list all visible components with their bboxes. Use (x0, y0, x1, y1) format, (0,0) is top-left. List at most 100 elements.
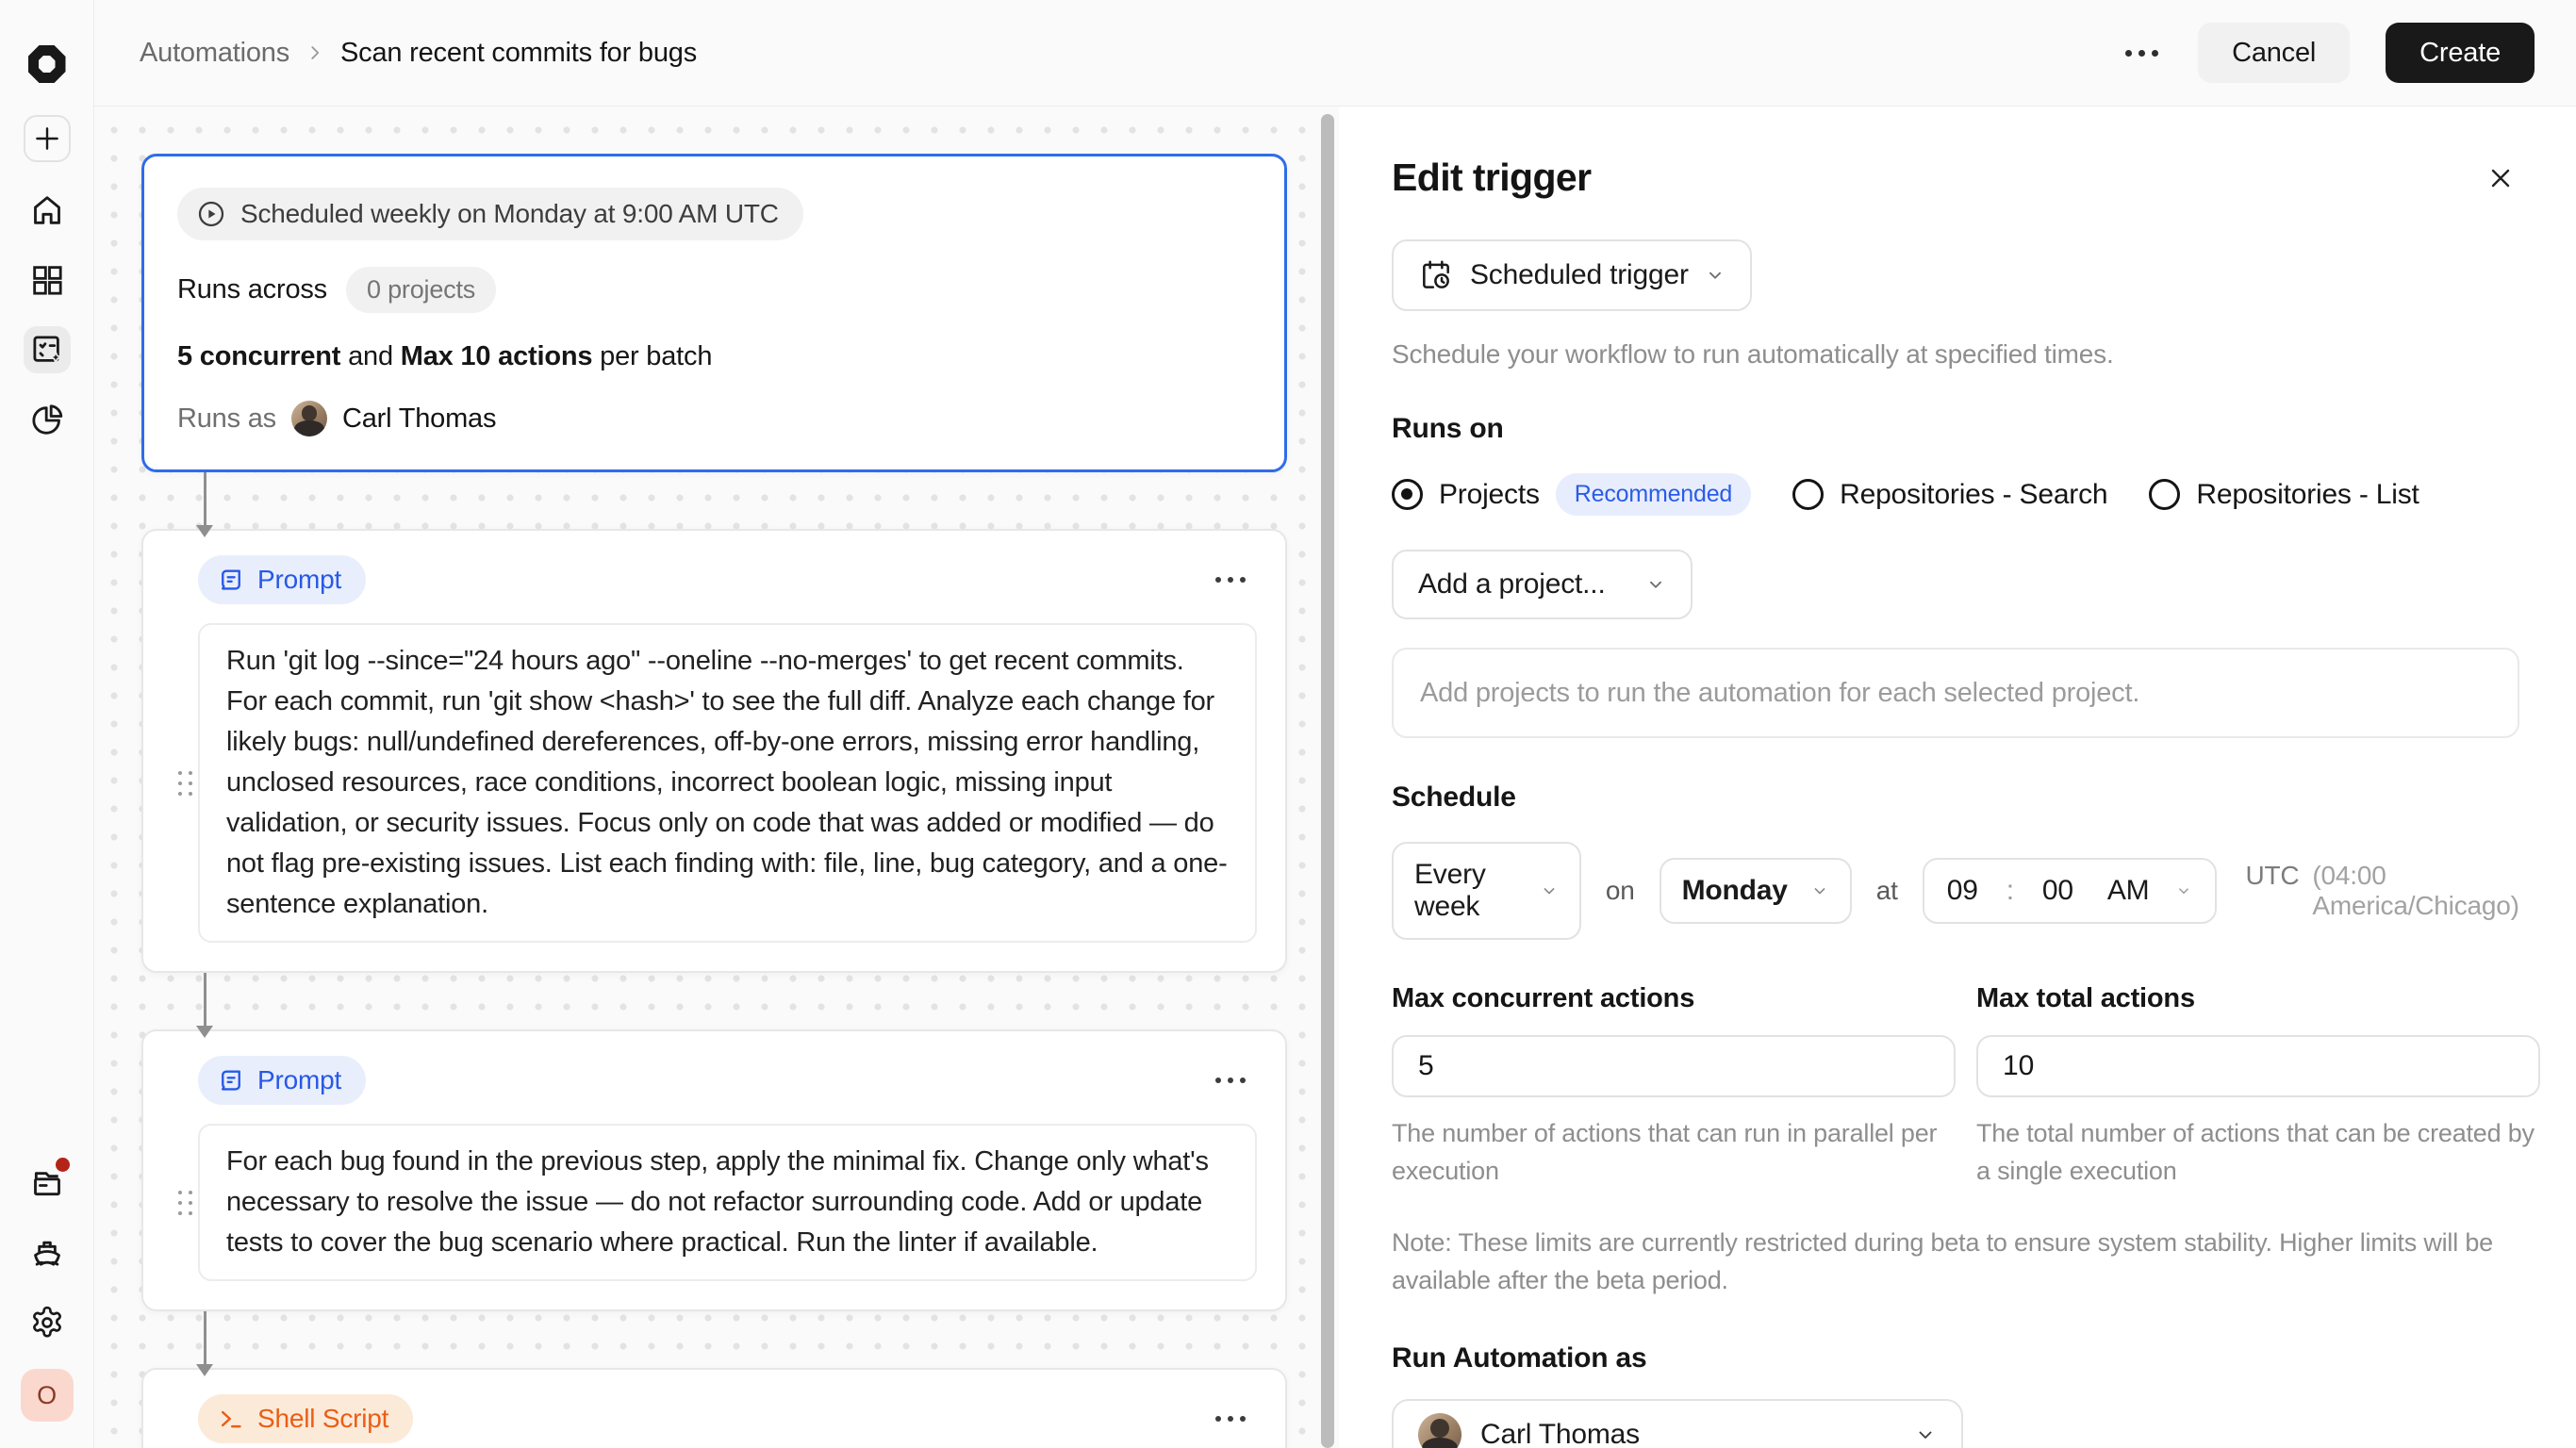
page-title: Scan recent commits for bugs (340, 37, 697, 68)
max-total-help: The total number of actions that can be … (1976, 1119, 2535, 1185)
schedule-label: Schedule (1392, 782, 1516, 813)
max-total-label: Max total actions (1976, 983, 2195, 1013)
run-as-user-select[interactable]: Carl Thomas (1392, 1399, 1963, 1448)
radio-projects[interactable]: Projects Recommended (1392, 473, 1752, 516)
chevron-right-icon (305, 42, 325, 63)
runs-on-radio-group: Projects Recommended Repositories - Sear… (1392, 473, 2519, 516)
timezone-note: (04:00 America/Chicago) (2312, 861, 2519, 920)
trigger-type-select[interactable]: Scheduled trigger (1392, 239, 1752, 311)
close-icon[interactable] (2482, 159, 2519, 197)
settings-gear-icon (28, 1304, 66, 1341)
edit-trigger-panel: Edit trigger Scheduled trigger Schedule … (1339, 107, 2576, 1448)
prompt-message-icon (217, 566, 245, 594)
sidebar-item-dashboard[interactable] (24, 256, 71, 304)
beta-limits-note: Note: These limits are currently restric… (1392, 1228, 2493, 1294)
at-label: at (1875, 876, 1898, 905)
trigger-card[interactable]: Scheduled weekly on Monday at 9:00 AM UT… (141, 154, 1287, 472)
prompt-message-icon (217, 1066, 245, 1094)
day-select[interactable]: Monday (1659, 858, 1852, 924)
step-menu-button[interactable] (1212, 568, 1249, 592)
chevron-down-icon (1540, 881, 1559, 900)
chevron-down-icon (1645, 574, 1666, 595)
runs-as-user: Carl Thomas (342, 403, 497, 434)
prompt-text-editor[interactable]: For each bug found in the previous step,… (198, 1124, 1257, 1281)
radio-repositories-search[interactable]: Repositories - Search (1792, 479, 2108, 511)
dashboard-grid-icon (28, 261, 66, 299)
recommended-badge: Recommended (1555, 473, 1752, 516)
plus-icon (31, 123, 63, 155)
projects-list-input[interactable]: Add projects to run the automation for e… (1392, 648, 2519, 738)
ship-icon (28, 1234, 66, 1272)
max-total-input[interactable] (1976, 1035, 2540, 1097)
home-icon (28, 191, 66, 229)
prompt-text-editor[interactable]: Run 'git log --since="24 hours ago" --on… (198, 623, 1257, 943)
add-project-select[interactable]: Add a project... (1392, 550, 1693, 619)
app-logo-icon (27, 45, 66, 83)
runs-across-label: Runs across (177, 274, 327, 304)
workflow-flow: Scheduled weekly on Monday at 9:00 AM UT… (141, 154, 1287, 1448)
chevron-down-icon (1810, 881, 1829, 900)
canvas-scrollbar[interactable] (1321, 114, 1334, 1448)
shell-script-badge: Shell Script (198, 1394, 414, 1443)
time-select[interactable]: 09 : 00 AM (1922, 858, 2218, 924)
timezone-label: UTC (2245, 861, 2300, 890)
radio-icon[interactable] (2149, 479, 2181, 510)
sidebar-item-analytics[interactable] (24, 396, 71, 443)
automations-icon (27, 330, 67, 370)
user-avatar[interactable]: O (20, 1369, 74, 1422)
chevron-down-icon (2175, 882, 2192, 899)
new-automation-button[interactable] (23, 115, 71, 162)
on-label: on (1605, 876, 1635, 905)
breadcrumb: Automations Scan recent commits for bugs (140, 38, 697, 69)
chevron-down-icon (1705, 265, 1726, 286)
runs-as-avatar (291, 401, 327, 436)
avatar-initial: O (37, 1380, 57, 1409)
projects-count-pill: 0 projects (345, 267, 497, 313)
sidebar-item-settings[interactable] (24, 1299, 71, 1346)
runs-on-label: Runs on (1392, 413, 1504, 444)
calendar-clock-icon (1418, 257, 1454, 293)
sidebar-item-automations[interactable] (23, 326, 71, 373)
max-concurrent-field: Max concurrent actions The number of act… (1392, 983, 1956, 1190)
drag-handle[interactable] (172, 1190, 198, 1215)
sidebar-item-archive[interactable] (24, 1158, 71, 1207)
more-options-button[interactable] (2122, 41, 2162, 66)
radio-icon[interactable] (1792, 479, 1825, 510)
radio-repositories-list[interactable]: Repositories - List (2149, 479, 2419, 511)
frequency-select[interactable]: Every week (1392, 842, 1581, 940)
batch-limits-text: 5 concurrent and Max 10 actions per batc… (177, 341, 713, 371)
create-button[interactable]: Create (2386, 23, 2535, 83)
max-concurrent-label: Max concurrent actions (1392, 983, 1695, 1013)
max-total-field: Max total actions The total number of ac… (1976, 983, 2540, 1190)
cancel-button[interactable]: Cancel (2198, 23, 2351, 83)
max-concurrent-help: The number of actions that can run in pa… (1392, 1119, 1938, 1185)
flow-connector-arrow (196, 973, 213, 1038)
prompt-badge: Prompt (198, 1056, 367, 1105)
trigger-schedule-pill: Scheduled weekly on Monday at 9:00 AM UT… (177, 188, 803, 240)
radio-selected-icon[interactable] (1392, 479, 1423, 510)
hour-value: 09 (1946, 875, 1978, 906)
prompt-badge: Prompt (198, 555, 367, 604)
minute-value: 00 (2041, 875, 2073, 906)
sidebar-item-ship[interactable] (24, 1229, 71, 1276)
user-photo-avatar (1418, 1413, 1461, 1448)
trigger-schedule-text: Scheduled weekly on Monday at 9:00 AM UT… (240, 199, 779, 228)
run-automation-as-label: Run Automation as (1392, 1342, 1647, 1374)
workflow-canvas[interactable]: Scheduled weekly on Monday at 9:00 AM UT… (94, 107, 1339, 1448)
step-menu-button[interactable] (1212, 1068, 1249, 1093)
terminal-icon (217, 1405, 245, 1433)
trigger-type-label: Scheduled trigger (1470, 259, 1689, 290)
max-concurrent-input[interactable] (1392, 1035, 1956, 1097)
meridiem-value: AM (2106, 875, 2150, 906)
pie-chart-icon (28, 401, 66, 438)
panel-description: Schedule your workflow to run automatica… (1392, 339, 2114, 369)
prompt-step-card-2[interactable]: Prompt For each bug found in the previou… (141, 1029, 1287, 1311)
shell-step-card[interactable]: Shell Script npm test || go test ./... |… (141, 1368, 1287, 1448)
notification-dot (55, 1158, 70, 1172)
breadcrumb-automations-link[interactable]: Automations (140, 38, 289, 69)
sidebar-item-home[interactable] (24, 187, 71, 234)
step-menu-button[interactable] (1212, 1407, 1249, 1431)
drag-handle[interactable] (172, 770, 198, 796)
prompt-step-card-1[interactable]: Prompt Run 'git log --since="24 hours ag… (141, 529, 1287, 973)
flow-connector-arrow (196, 1311, 213, 1376)
